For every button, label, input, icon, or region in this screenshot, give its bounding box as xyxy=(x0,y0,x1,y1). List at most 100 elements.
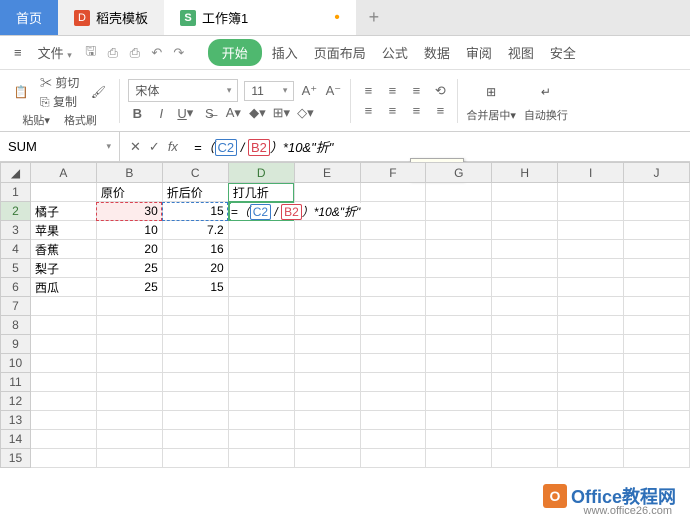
new-tab-button[interactable]: + xyxy=(356,0,392,35)
row-header[interactable]: 15 xyxy=(1,449,31,468)
undo-icon[interactable]: ↶ xyxy=(148,44,166,62)
increase-font-icon[interactable]: A⁺ xyxy=(300,82,318,100)
tab-template[interactable]: D 稻壳模板 xyxy=(58,0,164,35)
row-header[interactable]: 10 xyxy=(1,354,31,373)
col-header[interactable]: I xyxy=(558,163,624,183)
tab-home[interactable]: 首页 xyxy=(0,0,58,35)
col-header[interactable]: F xyxy=(360,163,426,183)
cell[interactable]: 折后价 xyxy=(162,183,228,202)
name-box[interactable]: SUM▾ xyxy=(0,132,120,161)
row-header[interactable]: 14 xyxy=(1,430,31,449)
cell[interactable]: 原价 xyxy=(96,183,162,202)
underline-icon[interactable]: U▾ xyxy=(176,104,194,122)
menu-review[interactable]: 审阅 xyxy=(460,39,498,66)
col-header[interactable]: C xyxy=(162,163,228,183)
align-top-icon[interactable]: ≡ xyxy=(359,82,377,100)
cell[interactable]: 16 xyxy=(162,240,228,259)
menu-bar: ≡ 文件 ▾ 🖫 ⎙ ⎙ ↶ ↷ 开始 插入 页面布局 公式 数据 审阅 视图 … xyxy=(0,36,690,70)
col-header[interactable]: D xyxy=(228,163,294,183)
row-header[interactable]: 9 xyxy=(1,335,31,354)
row-header[interactable]: 6 xyxy=(1,278,31,297)
format-painter-icon[interactable]: 🖌 xyxy=(85,79,111,105)
watermark-url: www.office26.com xyxy=(584,505,672,517)
strike-icon[interactable]: S̶ xyxy=(200,104,218,122)
menu-layout[interactable]: 页面布局 xyxy=(308,39,372,66)
row-header[interactable]: 1 xyxy=(1,183,31,202)
row-header[interactable]: 12 xyxy=(1,392,31,411)
cell[interactable]: 20 xyxy=(96,240,162,259)
col-header[interactable]: B xyxy=(96,163,162,183)
wrap-group[interactable]: ↵ 自动换行 xyxy=(524,79,568,123)
copy-button[interactable]: ⎘ 复制 xyxy=(40,93,79,110)
fill-color-icon[interactable]: ◆▾ xyxy=(248,104,266,122)
cell[interactable]: 25 xyxy=(96,278,162,297)
col-header[interactable]: E xyxy=(294,163,360,183)
clear-icon[interactable]: ◇▾ xyxy=(296,104,314,122)
cell[interactable]: 苹果 xyxy=(30,221,96,240)
cut-button[interactable]: ✂ 剪切 xyxy=(40,74,79,91)
col-header[interactable]: A xyxy=(30,163,96,183)
redo-icon[interactable]: ↷ xyxy=(170,44,188,62)
menu-view[interactable]: 视图 xyxy=(502,39,540,66)
border-icon[interactable]: ⊞▾ xyxy=(272,104,290,122)
decrease-font-icon[interactable]: A⁻ xyxy=(324,82,342,100)
cell[interactable]: 25 xyxy=(96,259,162,278)
save-icon[interactable]: 🖫 xyxy=(82,44,100,62)
fx-icon[interactable]: fx xyxy=(168,139,178,154)
tab-workbook[interactable]: S 工作簿1 • xyxy=(164,0,356,35)
chevron-down-icon: ▾ xyxy=(67,50,72,60)
menu-file[interactable]: 文件 ▾ xyxy=(32,39,78,66)
menu-start[interactable]: 开始 xyxy=(208,39,262,66)
row-header[interactable]: 8 xyxy=(1,316,31,335)
italic-icon[interactable]: I xyxy=(152,104,170,122)
spreadsheet-grid[interactable]: ◢ A B C D E F G H I J 1 原价 折后价 打几折 2 橘子 … xyxy=(0,162,690,468)
menu-security[interactable]: 安全 xyxy=(544,39,582,66)
col-header[interactable]: H xyxy=(492,163,558,183)
row-header[interactable]: 3 xyxy=(1,221,31,240)
row-header[interactable]: 5 xyxy=(1,259,31,278)
row-header[interactable]: 11 xyxy=(1,373,31,392)
print-preview-icon[interactable]: ⎙ xyxy=(104,44,122,62)
cell[interactable]: 香蕉 xyxy=(30,240,96,259)
formula-input[interactable]: =（C2 / B2）*10&"折" xyxy=(188,135,690,158)
cell[interactable]: 20 xyxy=(162,259,228,278)
align-left-icon[interactable]: ≡ xyxy=(359,102,377,120)
font-name-select[interactable]: 宋体▾ xyxy=(128,79,238,102)
menu-insert[interactable]: 插入 xyxy=(266,39,304,66)
align-bottom-icon[interactable]: ≡ xyxy=(407,82,425,100)
cell[interactable]: 橘子 xyxy=(30,202,96,221)
align-middle-icon[interactable]: ≡ xyxy=(383,82,401,100)
paste-icon[interactable]: 📋 xyxy=(8,79,34,105)
align-center-icon[interactable]: ≡ xyxy=(383,102,401,120)
indent-icon[interactable]: ≡ xyxy=(431,102,449,120)
cell-editing[interactable]: =（C2 / B2）*10&"折" xyxy=(228,202,294,221)
col-header[interactable]: J xyxy=(624,163,690,183)
cell[interactable]: 10 xyxy=(96,221,162,240)
print-icon[interactable]: ⎙ xyxy=(126,44,144,62)
accept-formula-icon[interactable]: ✓ xyxy=(149,139,160,155)
merge-group[interactable]: ⊞ 合并居中▾ xyxy=(466,79,516,123)
menu-hamburger[interactable]: ≡ xyxy=(8,41,28,64)
cell[interactable]: 30 xyxy=(96,202,162,221)
cell[interactable]: 15 xyxy=(162,278,228,297)
cell[interactable]: 打几折 xyxy=(228,183,294,202)
font-color-icon[interactable]: A▾ xyxy=(224,104,242,122)
align-right-icon[interactable]: ≡ xyxy=(407,102,425,120)
cell[interactable]: 7.2 xyxy=(162,221,228,240)
row-header[interactable]: 13 xyxy=(1,411,31,430)
tab-workbook-label: 工作簿1 xyxy=(202,8,248,27)
font-size-select[interactable]: 11▾ xyxy=(244,81,294,101)
menu-data[interactable]: 数据 xyxy=(418,39,456,66)
cell[interactable]: 15 xyxy=(162,202,228,221)
select-all-corner[interactable]: ◢ xyxy=(1,163,31,183)
col-header[interactable]: G xyxy=(426,163,492,183)
row-header[interactable]: 2 xyxy=(1,202,31,221)
row-header[interactable]: 4 xyxy=(1,240,31,259)
bold-icon[interactable]: B xyxy=(128,104,146,122)
cell[interactable]: 梨子 xyxy=(30,259,96,278)
row-header[interactable]: 7 xyxy=(1,297,31,316)
cell[interactable]: 西瓜 xyxy=(30,278,96,297)
orientation-icon[interactable]: ⟲ xyxy=(431,82,449,100)
cancel-formula-icon[interactable]: ✕ xyxy=(130,139,141,155)
menu-formula[interactable]: 公式 xyxy=(376,39,414,66)
